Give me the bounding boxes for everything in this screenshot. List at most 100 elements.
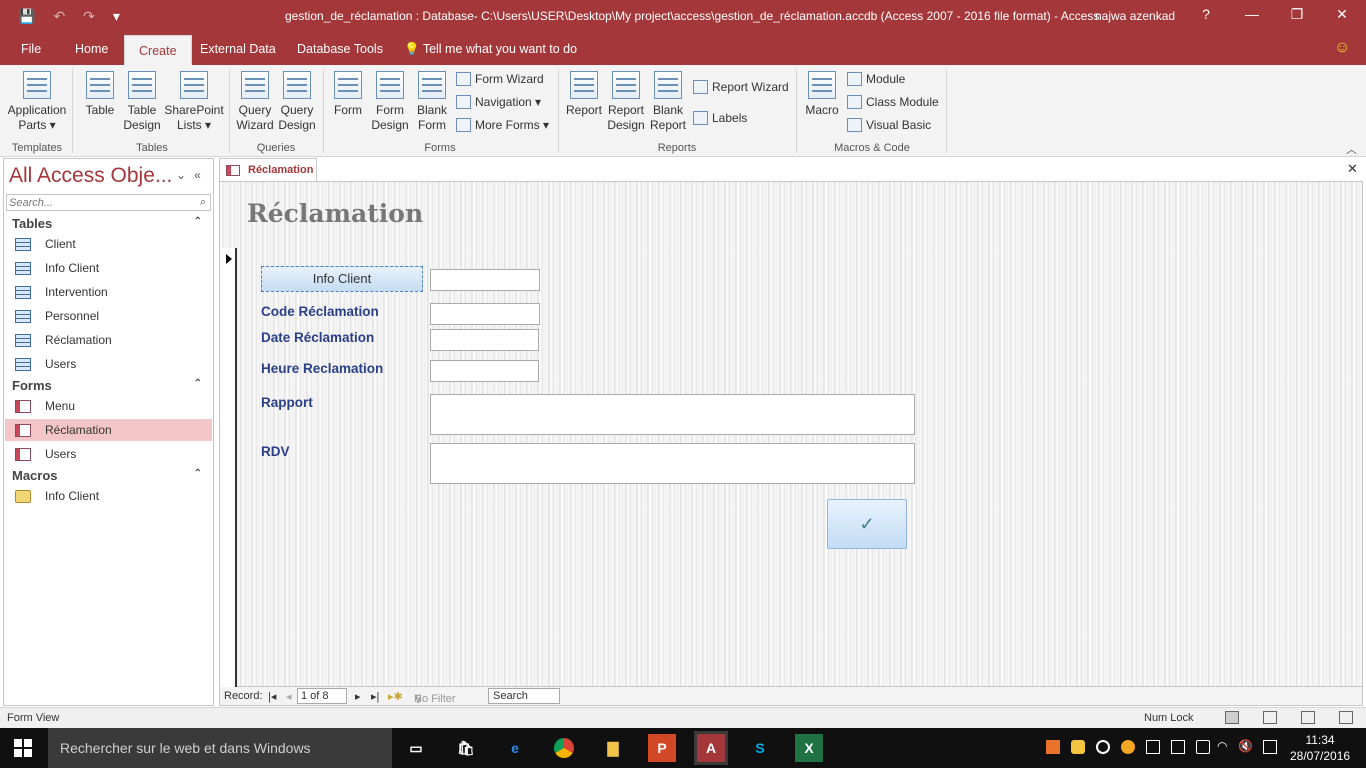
nav-item-table-info-client[interactable]: Info Client	[5, 257, 212, 279]
application-parts-button[interactable]: Application Parts ▾	[6, 65, 68, 133]
tab-file[interactable]: File	[21, 42, 41, 56]
user-name[interactable]: najwa azenkad	[1095, 9, 1175, 23]
tab-create[interactable]: Create	[124, 35, 192, 65]
previous-record-icon[interactable]: ◂	[286, 690, 292, 703]
record-search-input[interactable]: Search	[488, 688, 560, 704]
tab-external-data[interactable]: External Data	[200, 42, 276, 56]
tab-home[interactable]: Home	[75, 42, 108, 56]
nav-group-macros[interactable]: Macros ⌃	[12, 468, 208, 483]
sharepoint-lists-button[interactable]: SharePoint Lists ▾	[164, 65, 224, 133]
design-view-icon[interactable]	[1339, 711, 1353, 724]
table-button[interactable]: Table	[82, 65, 118, 118]
labels-button[interactable]: Labels	[693, 111, 747, 125]
help-button[interactable]: ?	[1196, 6, 1216, 22]
action-center-icon[interactable]	[1263, 740, 1277, 754]
store-icon[interactable]: 🛍	[452, 734, 480, 762]
task-view-icon[interactable]: ▭	[402, 734, 430, 762]
blank-report-button[interactable]: Blank Report	[648, 65, 688, 133]
form-view-icon[interactable]	[1225, 711, 1239, 724]
close-document-icon[interactable]: ✕	[1347, 161, 1358, 177]
last-record-icon[interactable]: ▸|	[371, 690, 379, 703]
rdv-field[interactable]	[430, 443, 915, 484]
code-reclamation-field[interactable]	[430, 303, 540, 325]
nav-item-form-menu[interactable]: Menu	[5, 395, 212, 417]
info-client-button[interactable]: Info Client	[261, 266, 423, 292]
record-position-input[interactable]: 1 of 8	[297, 688, 347, 704]
volume-muted-icon[interactable]: 🔇	[1238, 739, 1253, 753]
nav-item-table-users[interactable]: Users	[5, 353, 212, 375]
nav-search-input[interactable]	[7, 196, 187, 209]
excel-icon[interactable]: X	[795, 734, 823, 762]
nav-item-table-personnel[interactable]: Personnel	[5, 305, 212, 327]
datasheet-view-icon[interactable]	[1263, 711, 1277, 724]
tray-folder-icon[interactable]	[1071, 740, 1085, 754]
rapport-field[interactable]	[430, 394, 915, 435]
nav-item-form-users[interactable]: Users	[5, 443, 212, 465]
next-record-icon[interactable]: ▸	[355, 690, 361, 703]
nav-item-form-reclamation[interactable]: Réclamation	[5, 419, 212, 441]
visual-basic-button[interactable]: Visual Basic	[847, 118, 931, 132]
document-tab-reclamation[interactable]: Réclamation	[219, 158, 317, 181]
query-design-button[interactable]: Query Design	[277, 65, 317, 133]
edge-icon[interactable]: e	[501, 734, 529, 762]
skype-icon[interactable]: S	[746, 734, 774, 762]
form-wizard-button[interactable]: Form Wizard	[456, 72, 544, 86]
form-button[interactable]: Form	[330, 65, 366, 118]
nav-menu-chevron-icon[interactable]: ⌄	[176, 168, 186, 182]
date-reclamation-field[interactable]	[430, 329, 539, 351]
redo-icon[interactable]: ↷	[83, 8, 95, 25]
record-selector[interactable]	[220, 248, 237, 688]
query-wizard-button[interactable]: Query Wizard	[235, 65, 275, 133]
tray-device-icon[interactable]	[1171, 740, 1185, 754]
form-design-button[interactable]: Form Design	[370, 65, 410, 133]
navigation-dropdown[interactable]: Navigation ▾	[456, 95, 541, 109]
nav-item-table-client[interactable]: Client	[5, 233, 212, 255]
wifi-icon[interactable]: ◠	[1217, 739, 1231, 753]
shutter-bar-icon[interactable]: «	[194, 168, 201, 182]
undo-icon[interactable]: ↶	[53, 8, 65, 25]
nav-item-macro-info-client[interactable]: Info Client	[5, 485, 212, 507]
smiley-feedback-icon[interactable]: ☺	[1334, 39, 1350, 57]
macro-button[interactable]: Macro	[802, 65, 842, 118]
customize-qat-icon[interactable]: ▾	[113, 8, 120, 25]
chrome-icon[interactable]	[550, 734, 578, 762]
blank-form-button[interactable]: Blank Form	[412, 65, 452, 133]
new-record-icon[interactable]: ▸✱	[388, 690, 403, 703]
windows-start-icon[interactable]	[14, 739, 32, 757]
first-record-icon[interactable]: |◂	[268, 690, 276, 703]
report-wizard-button[interactable]: Report Wizard	[693, 80, 789, 94]
tray-norton-icon[interactable]	[1121, 740, 1135, 754]
taskbar-search-box[interactable]: Rechercher sur le web et dans Windows	[48, 728, 392, 768]
validate-button[interactable]: ✓	[827, 499, 907, 549]
battery-icon[interactable]	[1146, 740, 1160, 754]
collapse-ribbon-icon[interactable]: ︿	[1346, 141, 1357, 157]
nav-pane-title[interactable]: All Access Obje...	[9, 164, 172, 188]
report-design-button[interactable]: Report Design	[606, 65, 646, 133]
search-icon[interactable]: ⌕	[200, 196, 206, 209]
module-button[interactable]: Module	[847, 72, 905, 86]
file-explorer-icon[interactable]: ▇	[599, 734, 627, 762]
tray-app-icon[interactable]	[1046, 740, 1060, 754]
tell-me-search[interactable]: 💡 Tell me what you want to do	[404, 42, 577, 57]
onedrive-icon[interactable]	[1096, 740, 1110, 754]
powerpoint-icon[interactable]: P	[648, 734, 676, 762]
nav-group-tables[interactable]: Tables ⌃	[12, 216, 208, 231]
layout-view-icon[interactable]	[1301, 711, 1315, 724]
access-icon[interactable]: A	[694, 731, 728, 765]
save-icon[interactable]: 💾	[18, 8, 35, 25]
table-design-button[interactable]: Table Design	[122, 65, 162, 133]
restore-button[interactable]: ❐	[1287, 6, 1307, 23]
taskbar-clock[interactable]: 11:34 28/07/2016	[1290, 732, 1350, 764]
info-client-field[interactable]	[430, 269, 540, 291]
heure-reclamation-field[interactable]	[430, 360, 539, 382]
more-forms-dropdown[interactable]: More Forms ▾	[456, 118, 549, 132]
nav-group-forms[interactable]: Forms ⌃	[12, 378, 208, 393]
keyboard-icon[interactable]	[1196, 740, 1210, 754]
class-module-button[interactable]: Class Module	[847, 95, 939, 109]
nav-item-table-reclamation[interactable]: Réclamation	[5, 329, 212, 351]
tab-database-tools[interactable]: Database Tools	[297, 42, 383, 56]
report-button[interactable]: Report	[564, 65, 604, 118]
minimize-button[interactable]: —	[1242, 6, 1262, 22]
nav-item-table-intervention[interactable]: Intervention	[5, 281, 212, 303]
close-button[interactable]: ✕	[1332, 6, 1352, 23]
